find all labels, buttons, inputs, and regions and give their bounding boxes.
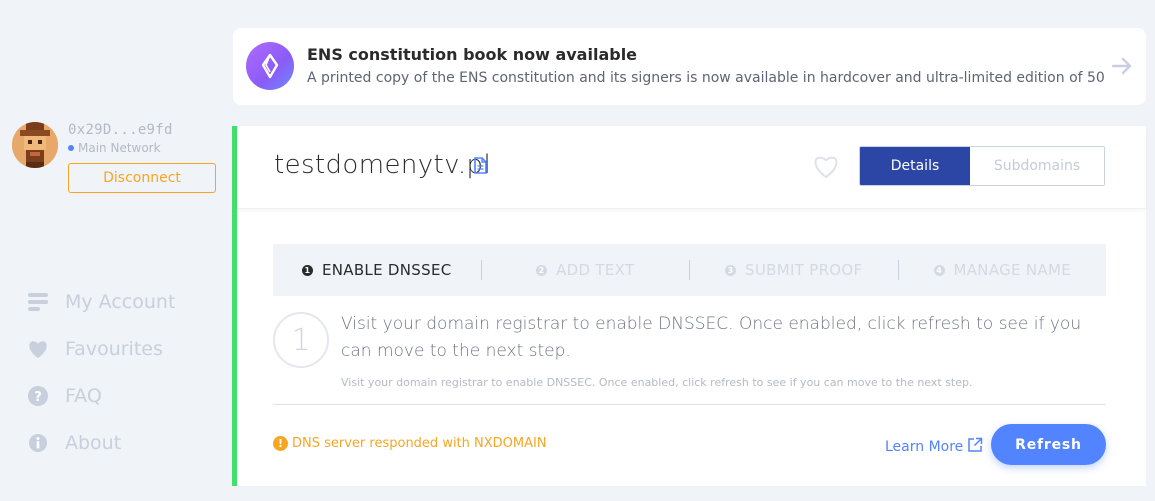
network-indicator: Main Network: [68, 141, 161, 155]
step-label: SUBMIT PROOF: [745, 261, 863, 279]
wallet-address: 0x29D...e9fd: [68, 122, 173, 138]
dnssec-steps: 1 ENABLE DNSSEC 2 ADD TEXT 3 SUBMIT PROO…: [273, 244, 1106, 296]
info-icon: [27, 432, 49, 454]
domain-header: testdomenytv.pl Details Subdomains: [237, 126, 1146, 209]
sidebar-item-favourites[interactable]: Favourites: [27, 325, 175, 372]
step-label: ADD TEXT: [556, 261, 635, 279]
step-number: 3: [725, 264, 737, 276]
step-number: 1: [301, 264, 313, 276]
sidebar-item-about[interactable]: About: [27, 419, 175, 466]
banner-title: ENS constitution book now available: [307, 45, 638, 64]
step-add-text: 2 ADD TEXT: [482, 261, 690, 279]
step-manage-name: 4 MANAGE NAME: [899, 261, 1107, 279]
domain-name: testdomenytv.pl: [274, 150, 492, 180]
copy-icon[interactable]: [473, 157, 487, 178]
network-dot-icon: [68, 145, 74, 151]
sidebar-item-label: FAQ: [65, 384, 102, 407]
status-message: DNS server responded with NXDOMAIN: [292, 436, 547, 451]
arrow-right-icon[interactable]: [1110, 54, 1134, 78]
question-icon: ?: [27, 385, 49, 407]
external-link-icon: [963, 437, 983, 457]
warning-icon: !: [273, 436, 288, 451]
disconnect-button[interactable]: Disconnect: [68, 163, 216, 193]
account-icon: [27, 291, 49, 313]
sidebar-item-label: Favourites: [65, 337, 163, 360]
step-label: MANAGE NAME: [953, 261, 1071, 279]
ens-logo-icon: [246, 42, 294, 90]
tab-details[interactable]: Details: [860, 147, 970, 185]
sidebar-item-faq[interactable]: ? FAQ: [27, 372, 175, 419]
domain-tabs: Details Subdomains: [859, 146, 1105, 186]
current-step-number: 1: [273, 312, 329, 368]
sidebar-item-label: About: [65, 431, 122, 454]
network-label: Main Network: [78, 141, 161, 155]
step-label: ENABLE DNSSEC: [321, 261, 452, 279]
announcement-banner[interactable]: ENS constitution book now available A pr…: [233, 28, 1146, 105]
step-instruction: Visit your domain registrar to enable DN…: [341, 314, 1082, 361]
svg-text:?: ?: [34, 390, 42, 405]
divider: [273, 404, 1106, 405]
sidebar-item-label: My Account: [65, 290, 176, 313]
account-panel: 0x29D...e9fd Main Network Disconnect: [12, 122, 222, 202]
step-number: 4: [933, 264, 945, 276]
dns-status: ! DNS server responded with NXDOMAIN: [273, 436, 547, 451]
avatar: [12, 122, 58, 168]
tab-subdomains[interactable]: Subdomains: [970, 147, 1104, 185]
learn-more-label: Learn More: [885, 439, 964, 455]
step-number: 2: [536, 264, 548, 276]
step-instruction-detail: Visit your domain registrar to enable DN…: [341, 376, 973, 389]
learn-more-link[interactable]: Learn More: [885, 437, 983, 457]
favourite-heart-icon[interactable]: [812, 153, 840, 183]
domain-card: testdomenytv.pl Details Subdomains 1 ENA…: [232, 126, 1146, 486]
refresh-button[interactable]: Refresh: [991, 424, 1106, 465]
step-enable-dnssec: 1 ENABLE DNSSEC: [273, 261, 481, 279]
sidebar-item-my-account[interactable]: My Account: [27, 278, 175, 325]
heart-icon: [27, 338, 49, 360]
banner-text: A printed copy of the ENS constitution a…: [307, 70, 1105, 86]
step-submit-proof: 3 SUBMIT PROOF: [690, 261, 898, 279]
sidebar-nav: My Account Favourites ? FAQ About: [27, 278, 175, 466]
